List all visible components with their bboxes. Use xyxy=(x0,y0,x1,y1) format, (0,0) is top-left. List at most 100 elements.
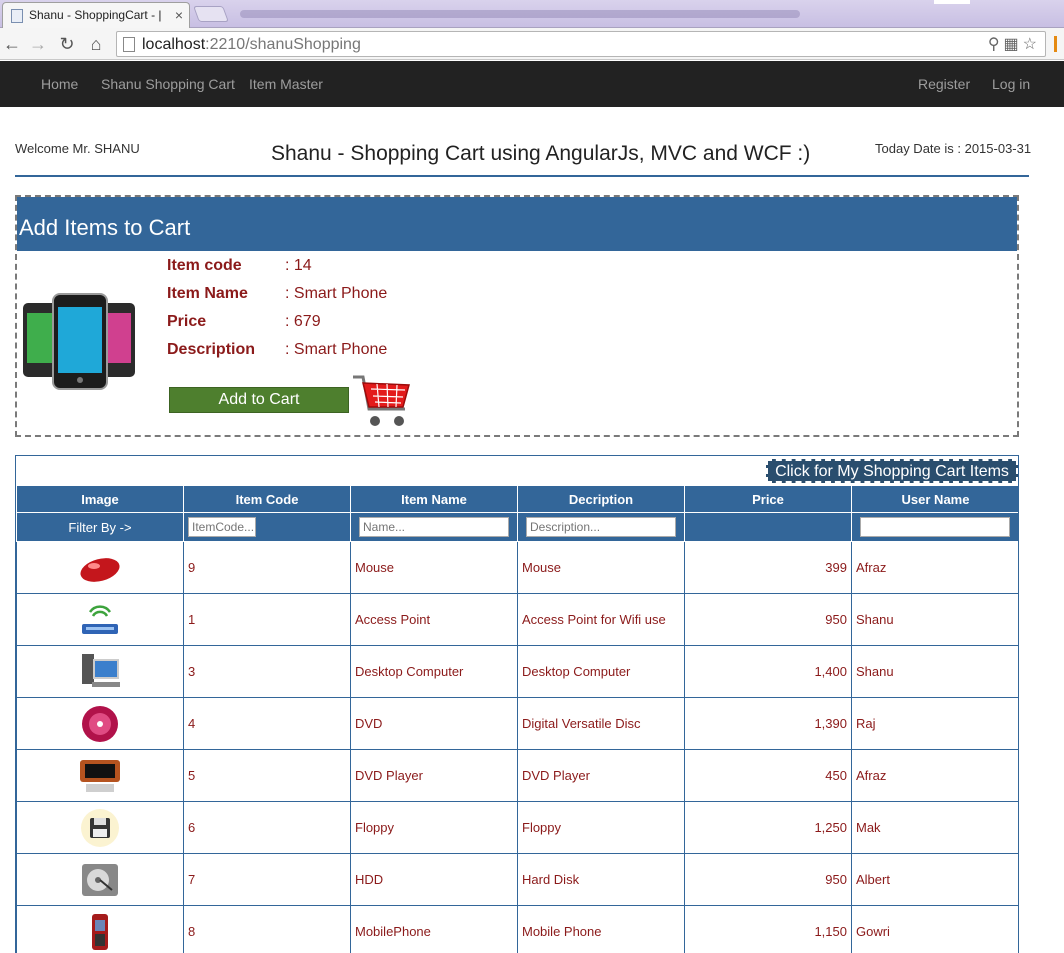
field-value: : Smart Phone xyxy=(285,285,388,302)
table-row[interactable]: 9 Mouse Mouse 399 Afraz xyxy=(16,541,1018,594)
zoom-icon[interactable]: ⚲ xyxy=(988,36,1004,53)
close-tab-icon[interactable]: × xyxy=(175,7,183,23)
browser-toolbar: ← → ↻ ⌂ localhost:2210/shanuShopping ⚲▦☆ xyxy=(0,28,1064,60)
item-price-cell: 1,390 xyxy=(684,697,852,750)
item-image-cell[interactable] xyxy=(16,593,184,646)
item-user-cell: Mak xyxy=(851,801,1018,854)
field-value: : Smart Phone xyxy=(285,341,388,358)
item-name-cell: Desktop Computer xyxy=(350,645,518,698)
item-user-cell: Shanu xyxy=(851,593,1018,646)
item-image-cell[interactable] xyxy=(16,541,184,594)
filter-label: Filter By -> xyxy=(16,512,184,542)
item-image-cell[interactable] xyxy=(16,905,184,953)
translate-icon[interactable]: ▦ xyxy=(1004,36,1023,53)
url-host: localhost xyxy=(142,36,206,53)
table-header-row: Image Item Code Item Name Decription Pri… xyxy=(16,485,1018,513)
column-header-item-name[interactable]: Item Name xyxy=(350,485,518,513)
page-favicon-icon xyxy=(11,9,23,23)
filter-cell-user xyxy=(851,512,1018,542)
item-image-cell[interactable] xyxy=(16,749,184,802)
item-description-cell: Floppy xyxy=(517,801,685,854)
table-row[interactable]: 5 DVD Player DVD Player 450 Afraz xyxy=(16,749,1018,802)
nav-log-in[interactable]: Log in xyxy=(992,76,1030,92)
reload-icon[interactable]: ↻ xyxy=(55,32,79,56)
filter-user-name-input[interactable] xyxy=(860,517,1010,537)
table-row[interactable]: 7 HDD Hard Disk 950 Albert xyxy=(16,853,1018,906)
item-description-cell: Access Point for Wifi use xyxy=(517,593,685,646)
filter-cell-name xyxy=(350,512,518,542)
welcome-text: Welcome Mr. SHANU xyxy=(15,141,140,156)
item-description-cell: Mobile Phone xyxy=(517,905,685,953)
field-value: : 14 xyxy=(285,257,312,274)
item-price-cell: 950 xyxy=(684,853,852,906)
item-description-cell: Digital Versatile Disc xyxy=(517,697,685,750)
item-user-cell: Afraz xyxy=(851,541,1018,594)
blurred-bookmarks xyxy=(240,10,800,18)
nav-register[interactable]: Register xyxy=(918,76,970,92)
item-code-cell: 9 xyxy=(183,541,351,594)
my-shopping-cart-link[interactable]: Click for My Shopping Cart Items xyxy=(766,459,1018,483)
item-description-cell: Hard Disk xyxy=(517,853,685,906)
item-code-cell: 6 xyxy=(183,801,351,854)
nav-shanu-shopping-cart[interactable]: Shanu Shopping Cart xyxy=(101,76,235,92)
item-name-cell: Floppy xyxy=(350,801,518,854)
nav-home[interactable]: Home xyxy=(41,76,78,92)
field-label: Item Name xyxy=(167,285,248,302)
table-row[interactable]: 3 Desktop Computer Desktop Computer 1,40… xyxy=(16,645,1018,698)
field-label: Item code xyxy=(167,257,242,274)
table-row[interactable]: 1 Access Point Access Point for Wifi use… xyxy=(16,593,1018,646)
item-image-cell[interactable] xyxy=(16,801,184,854)
field-label: Price xyxy=(167,313,207,330)
filter-description-input[interactable] xyxy=(526,517,676,537)
table-row[interactable]: 6 Floppy Floppy 1,250 Mak xyxy=(16,801,1018,854)
column-header-description[interactable]: Decription xyxy=(517,485,685,513)
smart-phone-image xyxy=(23,293,135,390)
shopping-cart-icon[interactable] xyxy=(351,373,413,431)
item-price-cell: 1,400 xyxy=(684,645,852,698)
item-code-cell: 4 xyxy=(183,697,351,750)
filter-item-name-input[interactable] xyxy=(359,517,509,537)
forward-icon[interactable]: → xyxy=(26,32,50,56)
column-header-item-code[interactable]: Item Code xyxy=(183,485,351,513)
nav-item-master[interactable]: Item Master xyxy=(249,76,323,92)
item-name-cell: Access Point xyxy=(350,593,518,646)
new-tab-button[interactable] xyxy=(193,6,229,22)
items-grid: Click for My Shopping Cart Items Image I… xyxy=(15,455,1019,953)
browser-tab[interactable]: Shanu - ShoppingCart - | × xyxy=(2,2,190,28)
url-path: :2210/shanuShopping xyxy=(205,36,361,53)
field-label: Description xyxy=(167,341,256,358)
filter-row: Filter By -> xyxy=(16,512,1018,542)
filter-cell-code xyxy=(183,512,351,542)
column-header-price[interactable]: Price xyxy=(684,485,852,513)
table-row[interactable]: 4 DVD Digital Versatile Disc 1,390 Raj xyxy=(16,697,1018,750)
item-price-cell: 1,150 xyxy=(684,905,852,953)
star-icon[interactable]: ☆ xyxy=(1023,36,1041,53)
item-price-cell: 1,250 xyxy=(684,801,852,854)
item-image-cell[interactable] xyxy=(16,853,184,906)
table-row[interactable]: 8 MobilePhone Mobile Phone 1,150 Gowri xyxy=(16,905,1018,953)
filter-cell-description xyxy=(517,512,685,542)
item-price-cell: 950 xyxy=(684,593,852,646)
back-icon[interactable]: ← xyxy=(0,32,24,56)
item-description-cell: Desktop Computer xyxy=(517,645,685,698)
url-text[interactable]: localhost:2210/shanuShopping xyxy=(142,36,361,54)
floppy-image xyxy=(78,808,122,848)
browser-menu-icon[interactable] xyxy=(1054,36,1064,52)
filter-item-code-input[interactable] xyxy=(188,517,256,537)
column-header-user-name[interactable]: User Name xyxy=(851,485,1018,513)
item-image-cell[interactable] xyxy=(16,645,184,698)
items-table: Image Item Code Item Name Decription Pri… xyxy=(16,485,1018,953)
item-description-cell: Mouse xyxy=(517,541,685,594)
item-code-cell: 3 xyxy=(183,645,351,698)
item-user-cell: Afraz xyxy=(851,749,1018,802)
item-name-cell: MobilePhone xyxy=(350,905,518,953)
desktop-computer-image xyxy=(78,652,122,692)
add-to-cart-button[interactable]: Add to Cart xyxy=(169,387,349,413)
item-price-cell: 450 xyxy=(684,749,852,802)
browser-tabstrip: Shanu - ShoppingCart - | × xyxy=(0,0,1064,28)
home-icon[interactable]: ⌂ xyxy=(84,32,108,56)
window-control-strip xyxy=(934,0,970,4)
item-image-cell[interactable] xyxy=(16,697,184,750)
hdd-image xyxy=(78,860,122,900)
address-bar[interactable]: localhost:2210/shanuShopping ⚲▦☆ xyxy=(116,31,1046,57)
